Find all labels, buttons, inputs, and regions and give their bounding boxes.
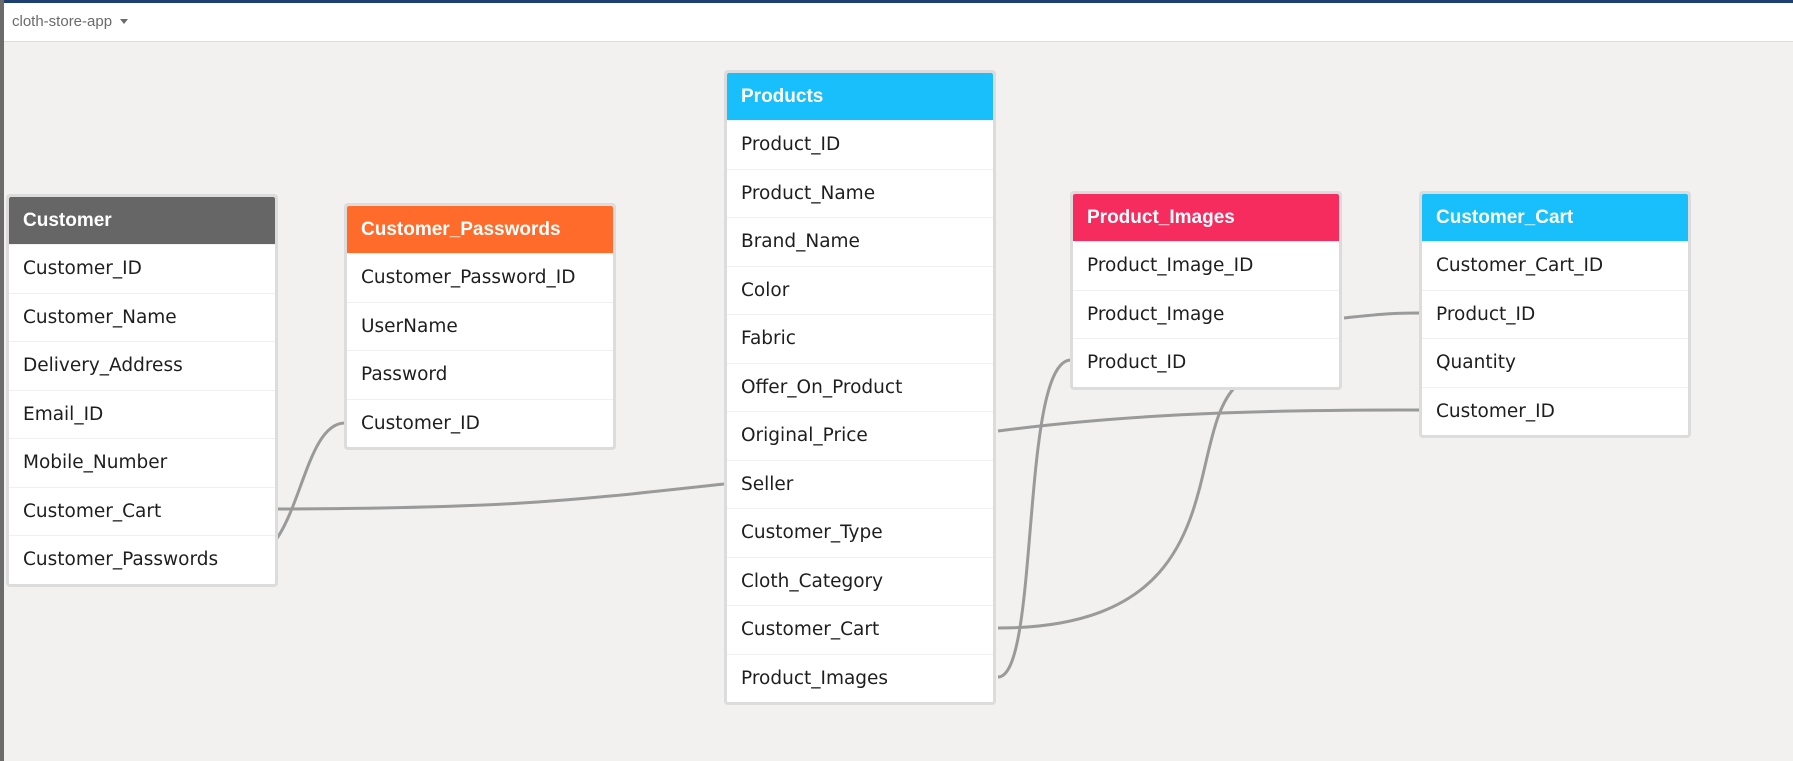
link-product-images-product-id (997, 358, 1072, 679)
table-header[interactable]: Products (727, 73, 993, 120)
field-customer-password-id[interactable]: Customer_Password_ID (347, 253, 613, 302)
app-name: cloth-store-app (12, 13, 113, 30)
field-product-id[interactable]: Product_ID (1073, 338, 1339, 387)
table-customer[interactable]: Customer Customer_ID Customer_Name Deliv… (6, 194, 278, 587)
field-customer-passwords[interactable]: Customer_Passwords (9, 535, 275, 584)
table-header[interactable]: Product_Images (1073, 194, 1339, 241)
field-customer-id[interactable]: Customer_ID (9, 244, 275, 293)
field-color[interactable]: Color (727, 265, 993, 315)
link-customer-cart-product-image (997, 383, 1239, 630)
field-quantity[interactable]: Quantity (1422, 338, 1688, 387)
field-customer-id[interactable]: Customer_ID (347, 398, 613, 448)
field-username[interactable]: UserName (347, 301, 613, 351)
field-customer-cart[interactable]: Customer_Cart (727, 605, 993, 654)
table-customer-passwords[interactable]: Customer_Passwords Customer_Password_ID … (344, 203, 616, 450)
link-original-price-customer-id (997, 408, 1421, 433)
table-product-images[interactable]: Product_Images Product_Image_ID Product_… (1070, 191, 1342, 390)
field-delivery-address[interactable]: Delivery_Address (9, 341, 275, 390)
link-product-image-product-id (1343, 311, 1421, 320)
field-customer-type[interactable]: Customer_Type (727, 508, 993, 557)
table-header[interactable]: Customer (9, 197, 275, 244)
top-bar: cloth-store-app (4, 3, 1793, 42)
window-frame-left (0, 0, 4, 761)
link-customer-cart-seller (245, 482, 725, 511)
table-customer-cart[interactable]: Customer_Cart Customer_Cart_ID Product_I… (1419, 191, 1691, 438)
field-customer-name[interactable]: Customer_Name (9, 292, 275, 342)
table-products[interactable]: Products Product_ID Product_Name Brand_N… (724, 70, 996, 705)
field-customer-cart-id[interactable]: Customer_Cart_ID (1422, 241, 1688, 290)
table-header[interactable]: Customer_Cart (1422, 194, 1688, 241)
chevron-down-icon (120, 19, 129, 24)
field-email-id[interactable]: Email_ID (9, 389, 275, 439)
app-switcher[interactable]: cloth-store-app (12, 13, 129, 30)
field-product-name[interactable]: Product_Name (727, 168, 993, 218)
field-product-image-id[interactable]: Product_Image_ID (1073, 241, 1339, 290)
field-cloth-category[interactable]: Cloth_Category (727, 556, 993, 606)
field-password[interactable]: Password (347, 350, 613, 399)
field-product-id[interactable]: Product_ID (1422, 289, 1688, 339)
table-header[interactable]: Customer_Passwords (347, 206, 613, 253)
field-product-images[interactable]: Product_Images (727, 653, 993, 703)
field-offer-on-product[interactable]: Offer_On_Product (727, 362, 993, 412)
field-product-image[interactable]: Product_Image (1073, 289, 1339, 339)
field-original-price[interactable]: Original_Price (727, 411, 993, 460)
field-product-id[interactable]: Product_ID (727, 120, 993, 169)
field-mobile-number[interactable]: Mobile_Number (9, 438, 275, 487)
field-brand-name[interactable]: Brand_Name (727, 217, 993, 266)
field-customer-cart[interactable]: Customer_Cart (9, 486, 275, 536)
field-seller[interactable]: Seller (727, 459, 993, 509)
field-customer-id[interactable]: Customer_ID (1422, 386, 1688, 436)
field-fabric[interactable]: Fabric (727, 314, 993, 363)
